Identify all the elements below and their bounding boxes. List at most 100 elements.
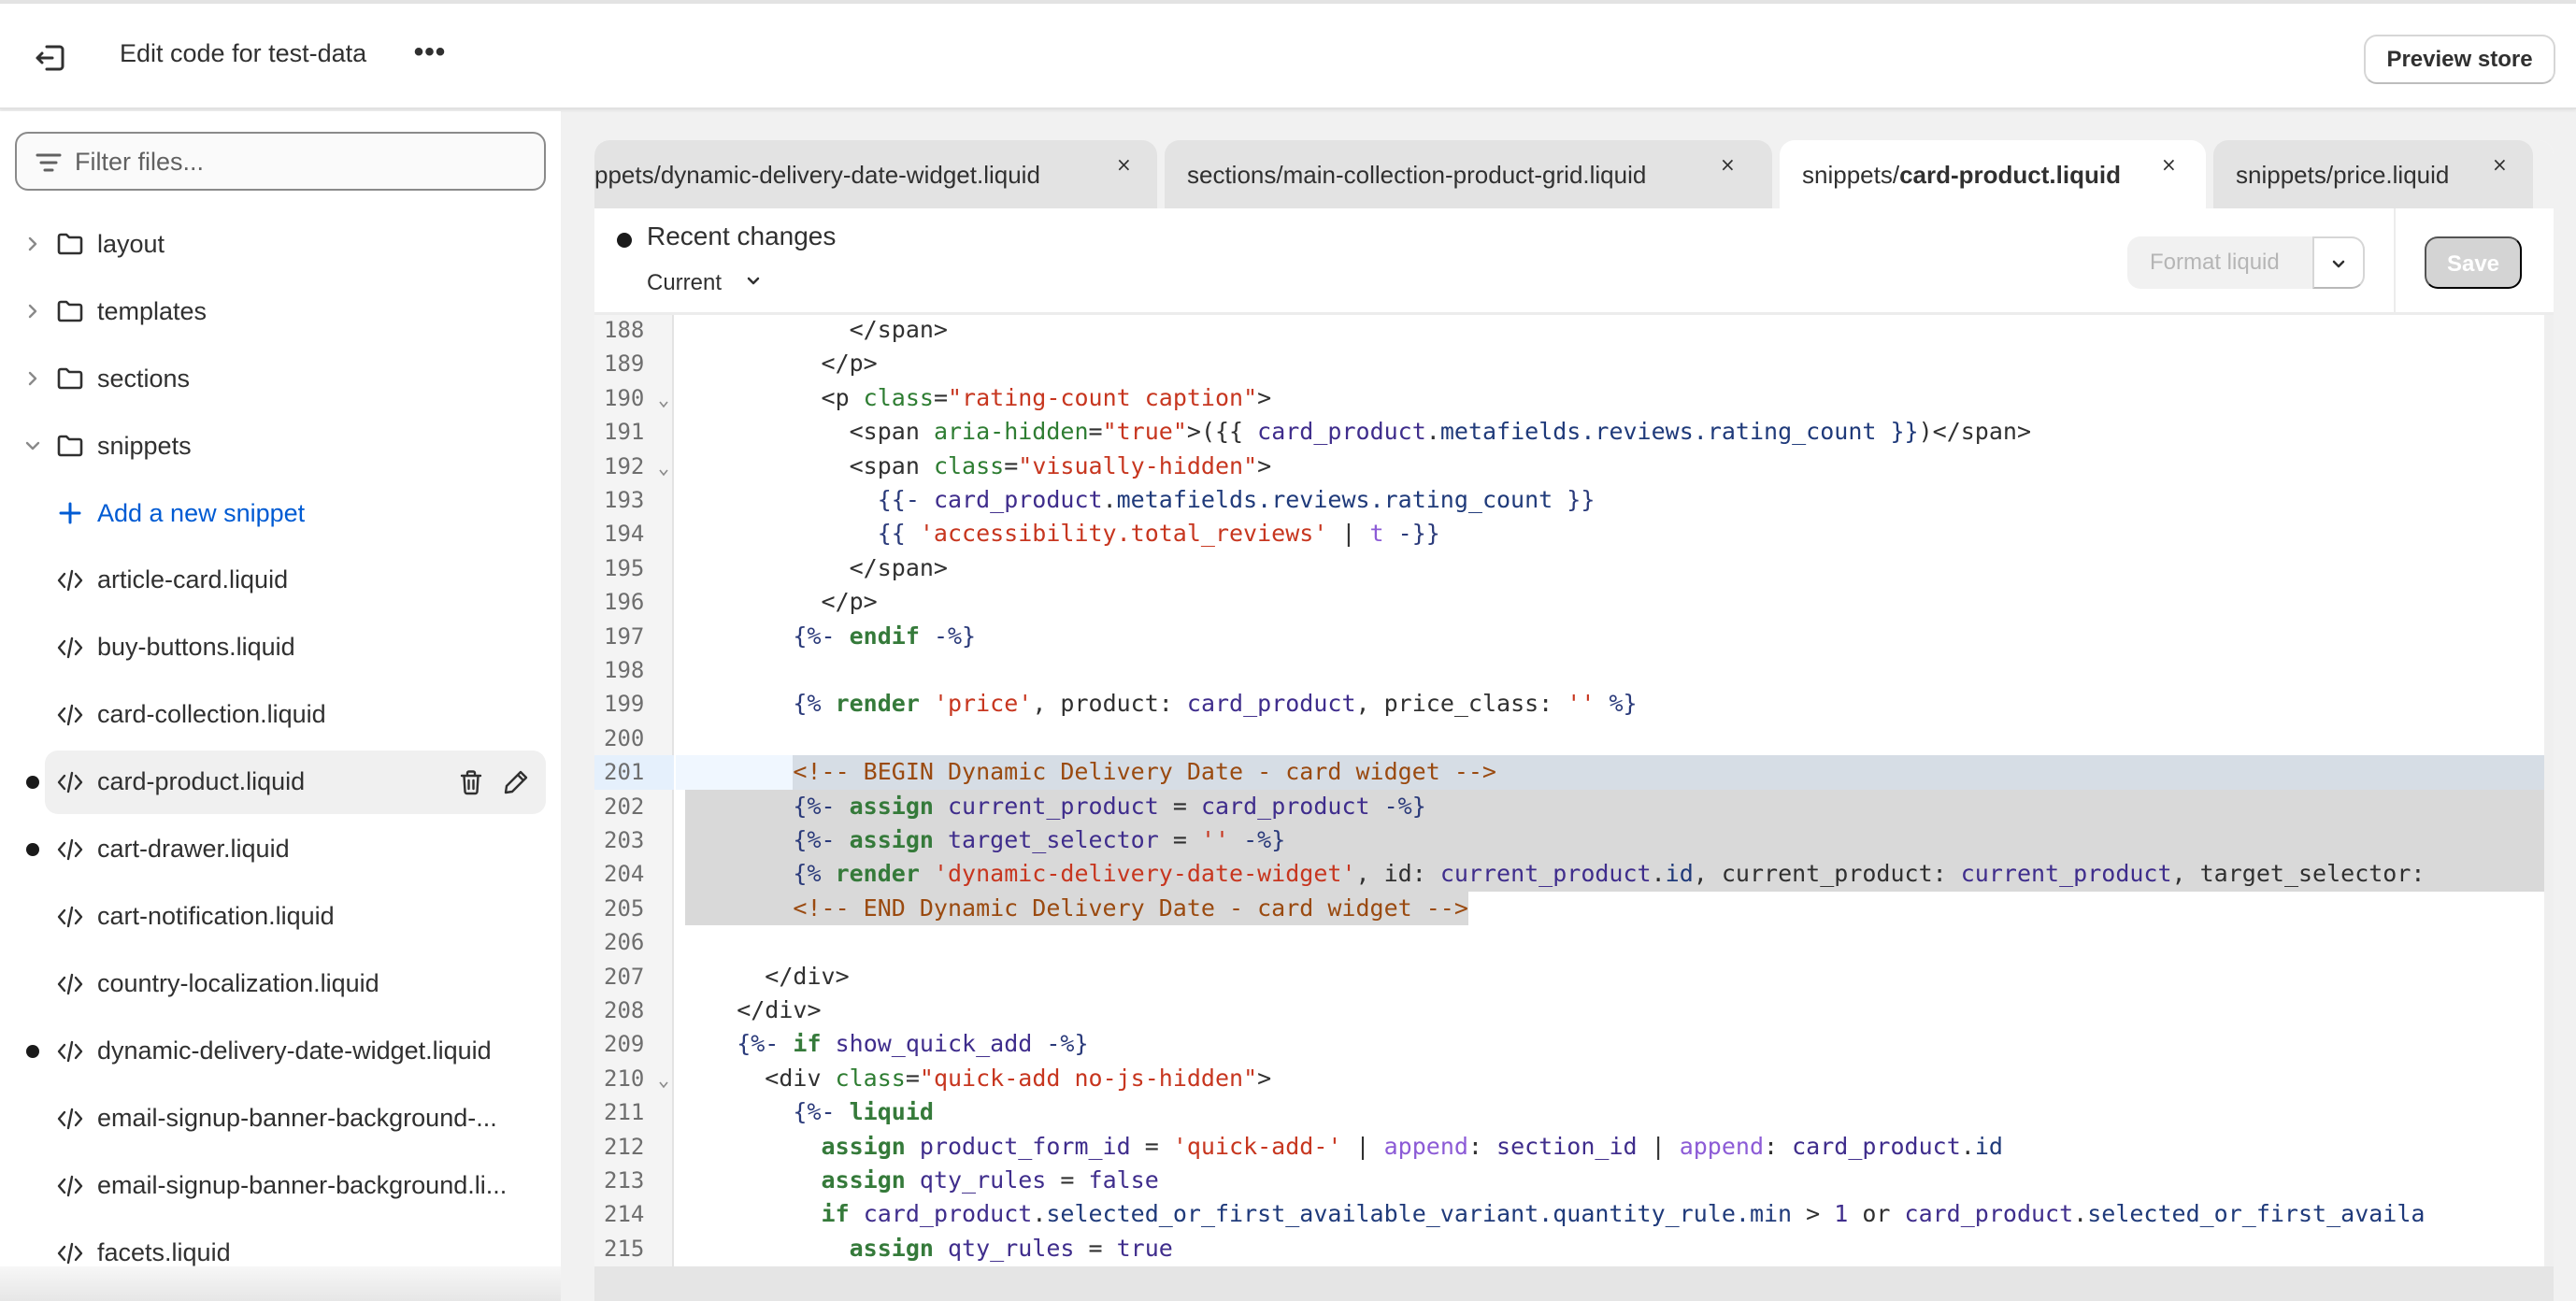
folder-snippets[interactable]: snippets xyxy=(0,412,561,479)
code-line[interactable]: 194 {{ 'accessibility.total_reviews' | t… xyxy=(594,517,2554,550)
rename-pencil-icon[interactable] xyxy=(501,767,531,797)
code-line[interactable]: 190 <p class="rating-count caption"> xyxy=(594,381,2554,415)
code-token: append xyxy=(1679,1132,1765,1160)
file-item[interactable]: cart-notification.liquid xyxy=(0,883,561,951)
file-item[interactable]: country-localization.liquid xyxy=(0,951,561,1018)
folder-layout[interactable]: layout xyxy=(0,210,561,278)
code-line[interactable]: 189 </p> xyxy=(594,347,2554,380)
chevron-down-icon[interactable] xyxy=(744,272,763,291)
code-token: {% xyxy=(680,860,836,888)
code-token: card_product xyxy=(933,486,1103,513)
code-line[interactable]: 193 {{- card_product.metafields.reviews.… xyxy=(594,483,2554,517)
code-line[interactable]: 197 {%- endif -%} xyxy=(594,620,2554,653)
code-token: "visually-hidden" xyxy=(1018,451,1258,479)
chevron-right-icon[interactable] xyxy=(22,234,43,254)
tab-price[interactable]: snippets/price.liquid × xyxy=(2213,140,2533,208)
code-line[interactable]: 200 xyxy=(594,722,2554,755)
chevron-right-icon[interactable] xyxy=(22,368,43,389)
file-item[interactable]: card-product.liquid xyxy=(0,749,561,816)
code-token: current_product xyxy=(948,792,1159,820)
filter-files-field[interactable] xyxy=(15,132,546,191)
code-line[interactable]: 201 <!-- BEGIN Dynamic Delivery Date - c… xyxy=(594,755,2554,790)
close-tab-icon[interactable]: × xyxy=(1720,153,1736,176)
code-line[interactable]: 196 </p> xyxy=(594,585,2554,619)
more-actions-button[interactable]: ••• xyxy=(411,36,449,73)
file-item[interactable]: dynamic-delivery-date-widget.liquid xyxy=(0,1018,561,1085)
file-item[interactable]: article-card.liquid xyxy=(0,547,561,614)
close-tab-icon[interactable]: × xyxy=(2161,153,2177,176)
code-line[interactable]: 209 {%- if show_quick_add -%} xyxy=(594,1027,2554,1061)
code-line[interactable]: 203 {%- assign target_selector = '' -%} xyxy=(594,823,2554,857)
code-file-icon xyxy=(56,836,84,863)
tab-card-product[interactable]: snippets/card-product.liquid × xyxy=(1780,140,2206,208)
close-tab-icon[interactable]: × xyxy=(2492,153,2508,176)
code-token: </p> xyxy=(680,588,878,616)
code-token: class xyxy=(835,1064,906,1092)
code-line[interactable]: 191 <span aria-hidden="true">({{ card_pr… xyxy=(594,415,2554,449)
tab-label: ppets/dynamic-delivery-date-widget.liqui… xyxy=(594,161,1040,190)
preview-store-button[interactable]: Preview store xyxy=(2364,35,2555,84)
code-line[interactable]: 212 assign product_form_id = 'quick-add-… xyxy=(594,1130,2554,1164)
add-snippet-link[interactable]: Add a new snippet xyxy=(0,479,561,547)
code-line[interactable]: 205 <!-- END Dynamic Delivery Date - car… xyxy=(594,892,2554,925)
code-file-icon xyxy=(56,1173,84,1199)
code-token: liquid xyxy=(849,1098,934,1126)
delete-icon[interactable] xyxy=(456,767,486,797)
code-token: = xyxy=(1130,1132,1173,1160)
code-token: </div> xyxy=(680,962,850,990)
file-item[interactable]: buy-buttons.liquid xyxy=(0,614,561,681)
code-line[interactable]: 206 xyxy=(594,925,2554,959)
editor-scrollbar[interactable] xyxy=(2544,315,2554,1279)
code-token: , id: xyxy=(1355,860,1440,888)
code-token: <span xyxy=(680,451,934,479)
code-line[interactable]: 210 <div class="quick-add no-js-hidden"> xyxy=(594,1062,2554,1095)
code-token: . xyxy=(1032,1200,1047,1228)
code-line[interactable]: 192 <span class="visually-hidden"> xyxy=(594,450,2554,483)
code-text: {%- assign current_product = card_produc… xyxy=(680,790,1425,823)
code-line[interactable]: 202 {%- assign current_product = card_pr… xyxy=(594,790,2554,823)
folder-templates[interactable]: templates xyxy=(0,278,561,345)
line-number: 190 xyxy=(604,384,645,411)
save-button[interactable]: Save xyxy=(2425,236,2522,289)
format-liquid-button[interactable]: Format liquid xyxy=(2150,250,2280,276)
close-tab-icon[interactable]: × xyxy=(1116,153,1132,176)
tab-main-collection-product-grid[interactable]: sections/main-collection-product-grid.li… xyxy=(1165,140,1772,208)
code-line[interactable]: 198 xyxy=(594,653,2554,687)
code-content[interactable]: 188 </span> 189 </p> 190 <p class="rating-… xyxy=(594,315,2554,1279)
folder-sections[interactable]: sections xyxy=(0,345,561,412)
tab-dynamic-delivery-date-widget[interactable]: ppets/dynamic-delivery-date-widget.liqui… xyxy=(594,140,1157,208)
code-line[interactable]: 208 </div> xyxy=(594,994,2554,1027)
code-line[interactable]: 204 {% render 'dynamic-delivery-date-wid… xyxy=(594,857,2554,891)
file-name: article-card.liquid xyxy=(97,565,289,593)
code-file-icon xyxy=(56,769,84,795)
file-item[interactable]: email-signup-banner-background-... xyxy=(0,1085,561,1152)
code-token: > xyxy=(1257,383,1272,411)
code-line[interactable]: 199 {% render 'price', product: card_pro… xyxy=(594,687,2554,721)
chevron-down-icon[interactable] xyxy=(22,436,43,456)
file-item[interactable]: card-collection.liquid xyxy=(0,681,561,749)
code-token: . xyxy=(1102,486,1117,513)
line-number: 202 xyxy=(604,793,645,820)
modified-indicator xyxy=(26,843,39,856)
code-token: >({{ xyxy=(1186,418,1258,446)
code-token: | xyxy=(1341,1132,1384,1160)
file-item[interactable]: cart-drawer.liquid xyxy=(0,816,561,883)
folder-label: templates xyxy=(97,296,208,325)
version-select[interactable]: Current xyxy=(647,270,722,296)
format-options-dropdown[interactable] xyxy=(2312,236,2365,289)
code-line[interactable]: 215 assign qty_rules = true xyxy=(594,1232,2554,1265)
code-line[interactable]: 188 </span> xyxy=(594,315,2554,347)
code-line[interactable]: 195 </span> xyxy=(594,551,2554,585)
file-item[interactable]: email-signup-banner-background.li... xyxy=(0,1152,561,1220)
exit-icon[interactable] xyxy=(32,39,69,77)
code-line[interactable]: 207 </div> xyxy=(594,960,2554,994)
code-token: 'quick-add-' xyxy=(1172,1132,1342,1160)
code-line[interactable]: 214 if card_product.selected_or_first_av… xyxy=(594,1197,2554,1231)
code-token: = xyxy=(933,383,948,411)
code-line[interactable]: 213 assign qty_rules = false xyxy=(594,1164,2554,1197)
chevron-right-icon[interactable] xyxy=(22,301,43,322)
filter-files-input[interactable] xyxy=(75,141,523,182)
code-line[interactable]: 211 {%- liquid xyxy=(594,1095,2554,1129)
